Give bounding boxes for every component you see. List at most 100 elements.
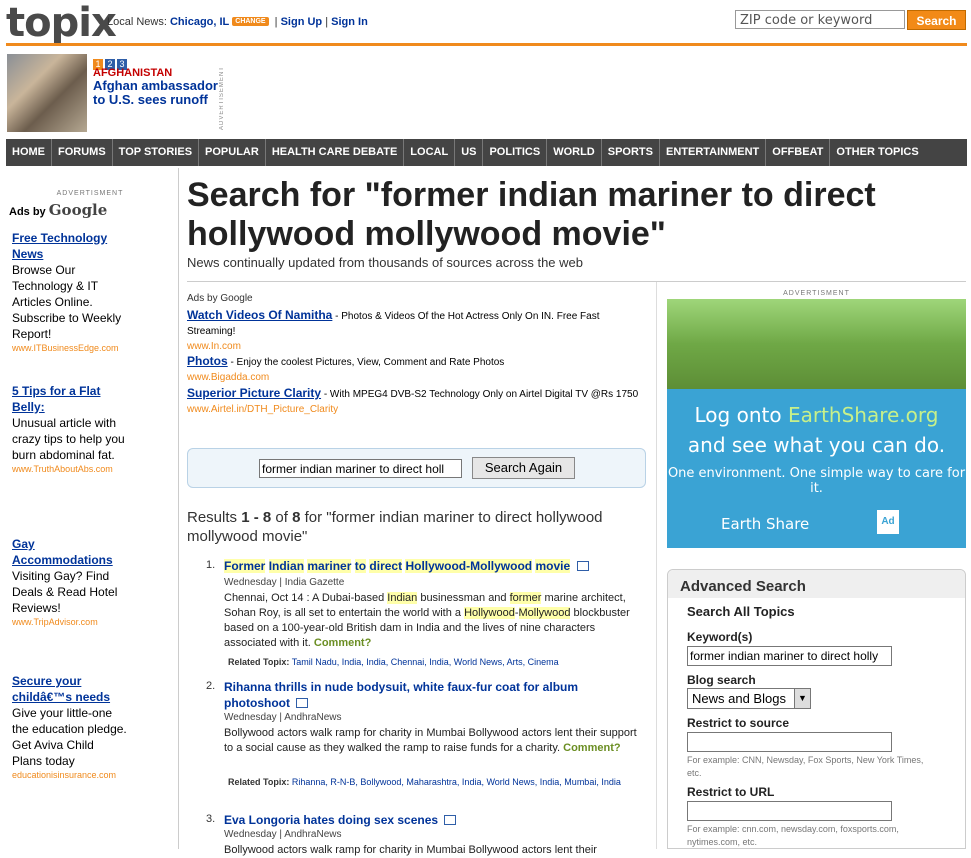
result-title-link[interactable]: Eva Longoria hates doing sex scenes — [224, 812, 644, 828]
local-news-label: Local News: — [107, 16, 167, 28]
left-ad-title[interactable]: 5 Tips for a Flat Belly: — [12, 383, 127, 415]
sign-up-link[interactable]: Sign Up — [281, 16, 323, 28]
left-ad-url[interactable]: www.TripAdvisor.com — [12, 616, 124, 628]
left-ad-url[interactable]: educationisinsurance.com — [12, 769, 124, 781]
nav-sports[interactable]: SPORTS — [602, 139, 660, 166]
zip-keyword-search-input[interactable]: ZIP code or keyword — [735, 10, 905, 29]
separator: | — [274, 16, 278, 28]
search-button[interactable]: Search — [907, 10, 966, 30]
advanced-search-title: Advanced Search — [680, 578, 806, 595]
right-advertisement-label: ADVERTISMENT — [783, 290, 850, 297]
result-title-link[interactable]: Former Indian mariner to direct Hollywoo… — [224, 558, 644, 574]
forest-image — [667, 299, 966, 389]
result-title-word[interactable]: Former — [224, 559, 266, 573]
ad-line-1-prefix: Log onto — [694, 403, 788, 427]
left-ad-title[interactable]: Gay Accommodations — [12, 536, 127, 568]
ads-by-label: Ads by — [9, 206, 46, 218]
result-title-word[interactable]: Hollywood — [405, 559, 467, 573]
restrict-url-input[interactable] — [687, 801, 892, 821]
nav-other-topics[interactable]: OTHER TOPICS — [830, 139, 924, 166]
result-title-text[interactable]: Rihanna thrills in nude bodysuit, white … — [224, 680, 578, 710]
text-ad-url[interactable]: www.Airtel.in/DTH_Picture_Clarity — [187, 404, 338, 415]
keyword-label: Keyword(s) — [687, 630, 753, 644]
earthshare-banner-ad[interactable]: Log onto EarthShare.org and see what you… — [667, 299, 966, 548]
left-ad-2: 5 Tips for a Flat Belly: Unusual article… — [12, 383, 127, 475]
result-title-word[interactable]: direct — [369, 559, 403, 573]
topix-logo[interactable]: topix — [6, 0, 117, 46]
nav-forums[interactable]: FORUMS — [52, 139, 113, 166]
left-ad-3: Gay Accommodations Visiting Gay? Find De… — [12, 536, 127, 628]
related-links[interactable]: Tamil Nadu, India, India, Chennai, India… — [292, 657, 559, 667]
ad-line-2: and see what you can do. — [687, 433, 946, 457]
text-ad-title[interactable]: Photos — [187, 354, 228, 368]
related-topics: Related Topix: Rihanna, R-N-B, Bollywood… — [228, 776, 644, 789]
earthshare-logo: Earth Share — [721, 515, 810, 533]
chevron-down-icon[interactable]: ▼ — [794, 689, 810, 708]
result-body: Chennai, Oct 14 : A Dubai-based Indian b… — [224, 591, 644, 651]
left-ad-desc: Give your little-one the education pledg… — [12, 706, 127, 768]
related-label: Related Topix: — [228, 777, 290, 787]
page-subtitle: News continually updated from thousands … — [187, 255, 583, 270]
left-ad-url[interactable]: www.ITBusinessEdge.com — [12, 342, 124, 354]
nav-offbeat[interactable]: OFFBEAT — [766, 139, 831, 166]
nav-politics[interactable]: POLITICS — [483, 139, 548, 166]
ads-by-google[interactable]: Ads by Google — [9, 201, 107, 219]
text-ad-url[interactable]: www.Bigadda.com — [187, 372, 269, 383]
headline-thumbnail-image[interactable] — [7, 54, 87, 132]
result-title-text[interactable]: Eva Longoria hates doing sex scenes — [224, 813, 438, 827]
nav-us[interactable]: US — [455, 139, 484, 166]
text-ad-title[interactable]: Watch Videos Of Namitha — [187, 308, 332, 322]
results-of: of — [271, 509, 293, 526]
result-title-word[interactable]: movie — [535, 559, 571, 573]
search-again-button[interactable]: Search Again — [472, 457, 575, 479]
text-ad-url[interactable]: www.In.com — [187, 341, 241, 352]
result-title-word[interactable]: to — [354, 559, 367, 573]
header-divider — [6, 43, 967, 46]
left-ad-url[interactable]: www.TruthAboutAbs.com — [12, 463, 124, 475]
comment-link[interactable]: Comment? — [314, 637, 371, 649]
restrict-source-input[interactable] — [687, 732, 892, 752]
left-ad-4: Secure your childâ€™s needs Give your li… — [12, 673, 127, 781]
left-ad-title[interactable]: Free Technology News — [12, 230, 127, 262]
body-highlight: former — [509, 592, 542, 604]
separator: | — [325, 16, 329, 28]
nav-home[interactable]: HOME — [6, 139, 52, 166]
change-city-button[interactable]: CHANGE — [232, 17, 269, 26]
nav-top-stories[interactable]: TOP STORIES — [113, 139, 200, 166]
result-title-word[interactable]: Indian — [268, 559, 305, 573]
result-title-link[interactable]: Rihanna thrills in nude bodysuit, white … — [224, 679, 644, 711]
page-title: Search for "former indian mariner to dir… — [187, 176, 876, 253]
external-link-icon[interactable] — [444, 815, 457, 825]
nav-popular[interactable]: POPULAR — [199, 139, 266, 166]
external-link-icon[interactable] — [296, 698, 309, 708]
body-text: - — [514, 607, 519, 619]
external-link-icon[interactable] — [576, 561, 589, 571]
text-ad-title[interactable]: Superior Picture Clarity — [187, 386, 321, 400]
nav-local[interactable]: LOCAL — [404, 139, 456, 166]
ad-brand: EarthShare.org — [787, 403, 939, 427]
headline-title-link[interactable]: Afghan ambassador to U.S. sees runoff — [93, 79, 223, 107]
column-divider — [656, 282, 657, 849]
search-again-input[interactable]: former indian mariner to direct holl — [259, 459, 462, 478]
blog-search-select[interactable]: News and Blogs ▼ — [687, 688, 811, 709]
local-news-bar: Local News: Chicago, IL CHANGE | Sign Up … — [107, 16, 368, 28]
result-title-word[interactable]: Mollywood — [470, 559, 533, 573]
related-links[interactable]: Rihanna, R-N-B, Bollywood, Maharashtra, … — [292, 777, 621, 787]
body-highlight: Mollywood — [518, 607, 571, 619]
sign-in-link[interactable]: Sign In — [331, 16, 368, 28]
left-ad-desc: Browse Our Technology & IT Articles Onli… — [12, 263, 122, 341]
left-ad-title[interactable]: Secure your childâ€™s needs — [12, 673, 127, 705]
keyword-input[interactable]: former indian mariner to direct holly — [687, 646, 892, 666]
nav-world[interactable]: WORLD — [547, 139, 602, 166]
text-ad-desc: - With MPEG4 DVB-S2 Technology Only on A… — [321, 389, 639, 400]
nav-entertainment[interactable]: ENTERTAINMENT — [660, 139, 767, 166]
result-number: 3. — [206, 813, 216, 825]
comment-link[interactable]: Comment? — [563, 742, 620, 754]
ad-council-logo: Ad — [877, 510, 899, 534]
result-number: 2. — [206, 680, 216, 692]
nav-health-care-debate[interactable]: HEALTH CARE DEBATE — [266, 139, 405, 166]
results-summary: Results 1 - 8 of 8 for "former indian ma… — [187, 508, 647, 546]
result-title-word[interactable]: mariner — [307, 559, 352, 573]
city-link[interactable]: Chicago, IL — [170, 16, 229, 28]
results-range: 1 - 8 — [241, 509, 272, 526]
